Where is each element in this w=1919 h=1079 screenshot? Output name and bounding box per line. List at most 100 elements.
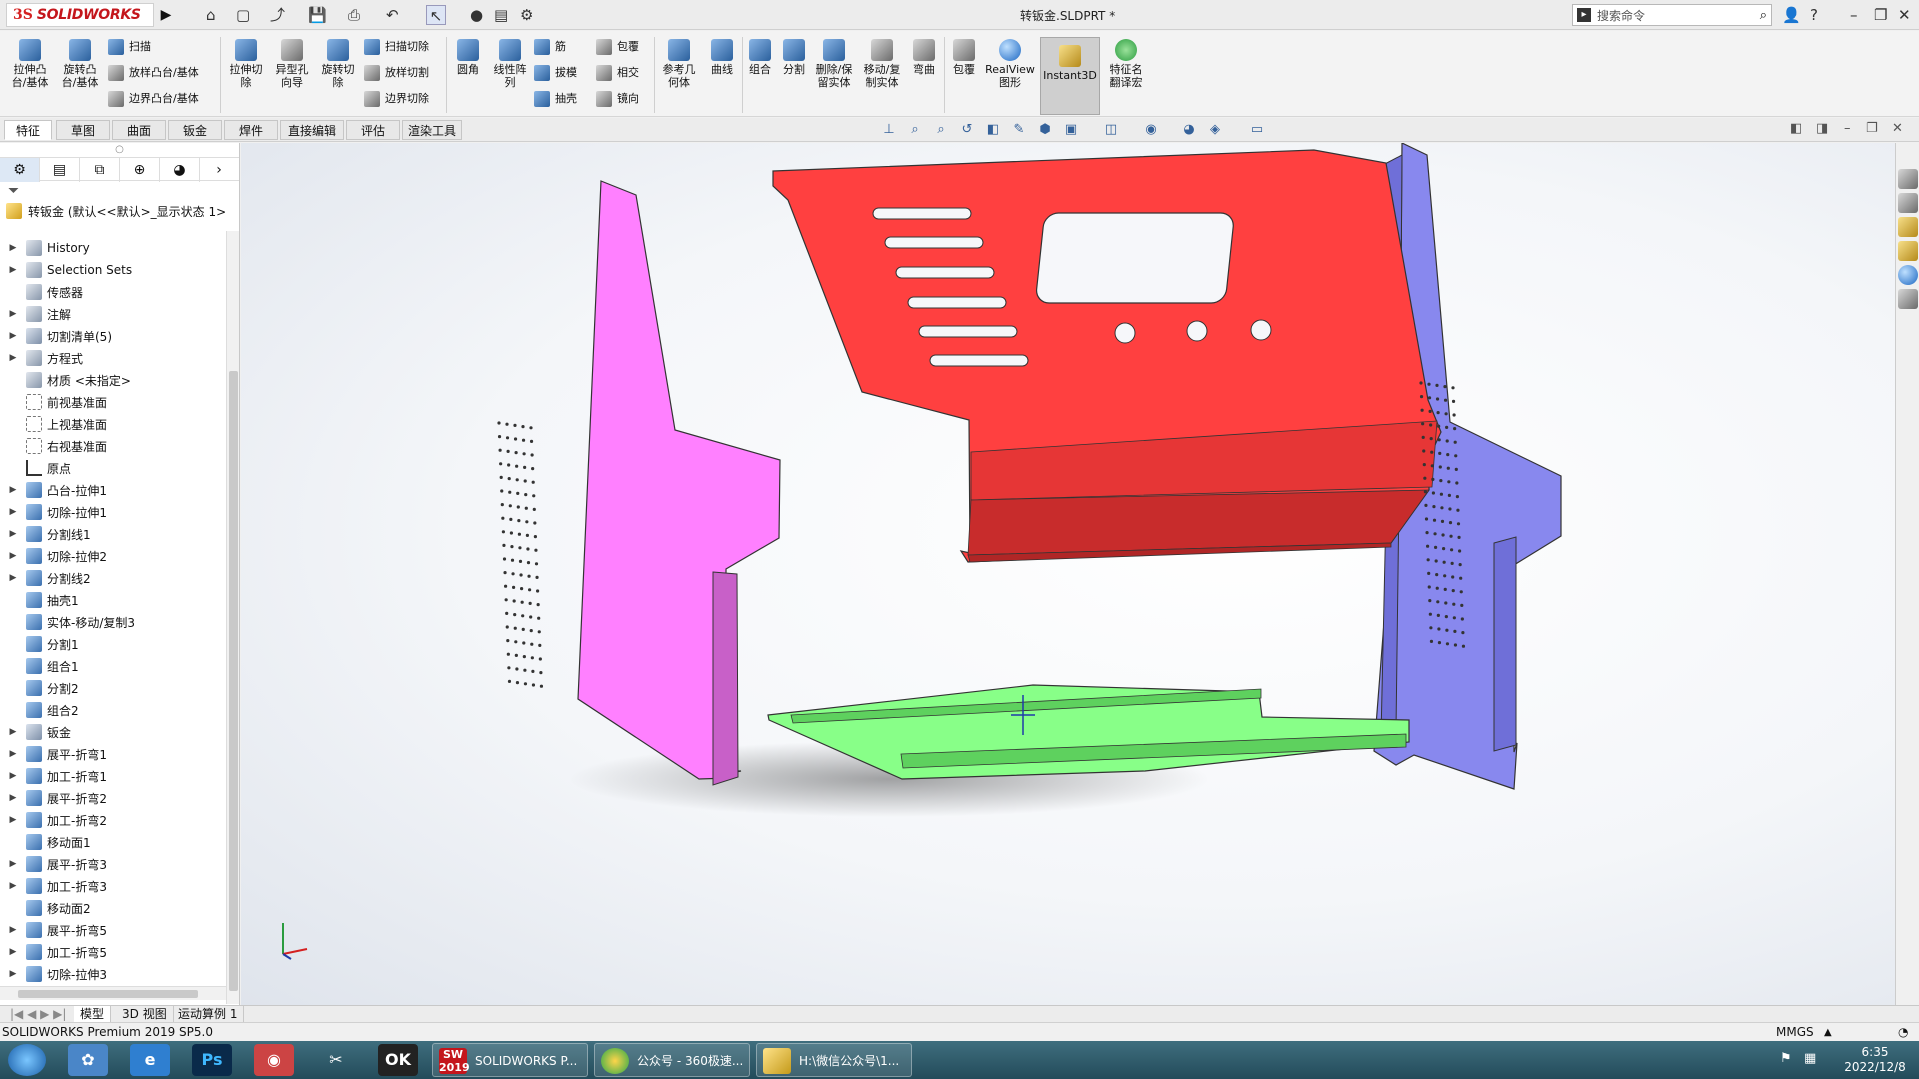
dynamic-annotation-icon[interactable]: ✎ <box>1010 121 1028 139</box>
status-tooltip-icon[interactable]: ◔ <box>1898 1023 1908 1042</box>
move-copy-body-button[interactable]: 移动/复 制实体 <box>860 39 904 89</box>
tree-node[interactable]: 材质 <未指定> <box>0 369 226 391</box>
tree-node[interactable]: ▶ 展平-折弯5 <box>0 919 226 941</box>
draft-button[interactable]: 拔模 <box>534 65 577 81</box>
unit-dropdown-arrow-icon[interactable]: ▲ <box>1824 1023 1832 1042</box>
feature-manager-tab-icon[interactable]: ⚙ <box>0 158 40 182</box>
start-button[interactable] <box>8 1044 46 1076</box>
custom-properties-icon[interactable] <box>1898 289 1918 309</box>
tab-3d-views[interactable]: 3D 视图 <box>116 1006 174 1022</box>
tab-direct-editing[interactable]: 直接编辑 <box>280 120 344 140</box>
front-console-panel[interactable] <box>772 149 1442 563</box>
tree-node[interactable]: ▶ 加工-折弯3 <box>0 875 226 897</box>
tree-node[interactable]: ▶ 注解 <box>0 303 226 325</box>
appearances-scenes-icon[interactable] <box>1898 265 1918 285</box>
rebuild-icon[interactable]: ● <box>470 5 483 25</box>
tree-horizontal-scrollbar[interactable] <box>0 986 226 1000</box>
expand-arrow-icon[interactable]: ▶ <box>6 969 20 979</box>
expand-arrow-icon[interactable]: ▶ <box>6 309 20 319</box>
expand-arrow-icon[interactable]: ▶ <box>6 925 20 935</box>
browser-icon[interactable]: e <box>130 1044 170 1076</box>
expand-arrow-icon[interactable]: ▶ <box>6 265 20 275</box>
expand-arrow-icon[interactable]: ▶ <box>6 727 20 737</box>
expand-arrow-icon[interactable]: ▶ <box>6 793 20 803</box>
expand-arrow-icon[interactable]: ▶ <box>6 749 20 759</box>
tree-node[interactable]: ▶ 加工-折弯5 <box>0 941 226 963</box>
undo-icon[interactable]: ↶ <box>386 5 399 25</box>
zoom-area-icon[interactable]: ⌕ <box>932 121 950 139</box>
minimize-window-icon[interactable]: – <box>1850 5 1858 25</box>
tree-node[interactable]: ▶ 切除-拉伸2 <box>0 545 226 567</box>
expand-arrow-icon[interactable]: ▶ <box>6 947 20 957</box>
file-explorer-icon[interactable] <box>1898 217 1918 237</box>
expand-arrow-icon[interactable]: ▶ <box>6 507 20 517</box>
edit-appearance-icon[interactable]: ◉ <box>1142 121 1160 139</box>
tree-node[interactable]: ▶ 展平-折弯2 <box>0 787 226 809</box>
tree-node[interactable]: ▶ 方程式 <box>0 347 226 369</box>
system-clock[interactable]: 6:35 2022/12/8 <box>1840 1045 1910 1075</box>
tree-node[interactable]: 组合1 <box>0 655 226 677</box>
photoshop-icon[interactable]: Ps <box>192 1044 232 1076</box>
curves-button[interactable]: 曲线 <box>704 39 740 76</box>
view-palette-icon[interactable] <box>1898 241 1918 261</box>
tree-root-part[interactable]: 转钣金 (默认<<默认>_显示状态 1> <box>0 201 239 221</box>
monitor-display-icon[interactable]: ▭ <box>1248 121 1266 139</box>
save-icon[interactable]: 💾 <box>308 5 327 25</box>
user-icon[interactable]: 👤 <box>1782 5 1801 25</box>
zoom-to-fit-icon[interactable]: ⌕ <box>906 121 924 139</box>
taskbar-window-solidworks[interactable]: SW 2019 SOLIDWORKS P... <box>432 1043 588 1077</box>
mirror-button[interactable]: 镜向 <box>596 91 639 107</box>
open-icon[interactable]: ⤴ <box>270 5 285 25</box>
doc-restore-icon[interactable]: ❐ <box>1866 121 1878 136</box>
display-manager-tab-icon[interactable]: ◕ <box>160 158 200 182</box>
feature-name-macro-button[interactable]: 特征名 翻译宏 <box>1104 39 1148 89</box>
linear-pattern-button[interactable]: 线性阵 列 <box>490 39 530 89</box>
tree-node[interactable]: ▶ 切除-拉伸3 <box>0 963 226 985</box>
tab-sketch[interactable]: 草图 <box>56 120 110 140</box>
delete-keep-body-button[interactable]: 删除/保 留实体 <box>812 39 856 89</box>
standard-views-icon[interactable]: ⬢ <box>1036 121 1054 139</box>
dimxpert-manager-tab-icon[interactable]: ⊕ <box>120 158 160 182</box>
search-icon[interactable]: ⌕ <box>1760 8 1767 23</box>
panel-grip-icon[interactable]: ○ <box>0 143 239 157</box>
tray-flag-icon[interactable]: ⚑ <box>1780 1051 1792 1066</box>
sweep-button[interactable]: 扫描 <box>108 39 151 55</box>
tree-node[interactable]: ▶ 分割线1 <box>0 523 226 545</box>
configuration-manager-tab-icon[interactable]: ⧉ <box>80 158 120 182</box>
design-library-icon[interactable] <box>1898 193 1918 213</box>
extrude-cut-button[interactable]: 拉伸切 除 <box>224 39 268 89</box>
tree-node[interactable]: ▶ History <box>0 237 226 259</box>
expand-arrow-icon[interactable]: ▶ <box>6 331 20 341</box>
rib-button[interactable]: 筋 <box>534 39 566 55</box>
print-icon[interactable]: ⎙ <box>348 5 360 25</box>
tree-node[interactable]: 右视基准面 <box>0 435 226 457</box>
extrude-boss-button[interactable]: 拉伸凸 台/基体 <box>8 39 52 89</box>
tree-node[interactable]: 原点 <box>0 457 226 479</box>
reference-geometry-button[interactable]: 参考几 何体 <box>658 39 700 89</box>
help-icon[interactable]: ? <box>1810 5 1818 25</box>
expand-arrow-icon[interactable]: ▶ <box>6 881 20 891</box>
revolve-boss-button[interactable]: 旋转凸 台/基体 <box>58 39 102 89</box>
tool-icon[interactable]: ✂ <box>316 1044 356 1076</box>
tree-node[interactable]: ▶ 钣金 <box>0 721 226 743</box>
loft-boss-button[interactable]: 放样凸台/基体 <box>108 65 199 81</box>
expand-arrow-icon[interactable]: ▶ <box>6 815 20 825</box>
select-cursor-icon[interactable]: ↖ <box>426 5 446 25</box>
app-icon-a[interactable]: ✿ <box>68 1044 108 1076</box>
tab-features[interactable]: 特征 <box>4 120 52 140</box>
tree-node[interactable]: ▶ 展平-折弯1 <box>0 743 226 765</box>
fillet-button[interactable]: 圆角 <box>450 39 486 76</box>
tab-surfaces[interactable]: 曲面 <box>112 120 166 140</box>
wrap-large-button[interactable]: 包覆 <box>948 39 980 76</box>
expand-panel-arrow-icon[interactable]: › <box>200 158 238 182</box>
close-window-icon[interactable]: ✕ <box>1898 5 1911 25</box>
tab-model[interactable]: 模型 <box>74 1006 112 1022</box>
tree-node[interactable]: ▶ 加工-折弯1 <box>0 765 226 787</box>
tree-node[interactable]: ▶ 切除-拉伸1 <box>0 501 226 523</box>
taskbar-window-browser[interactable]: 公众号 - 360极速... <box>594 1043 750 1077</box>
property-manager-tab-icon[interactable]: ▤ <box>40 158 80 182</box>
boundary-cut-button[interactable]: 边界切除 <box>364 91 429 107</box>
scrollbar-thumb[interactable] <box>18 990 198 998</box>
file-properties-icon[interactable]: ▤ <box>494 5 508 25</box>
hide-show-items-icon[interactable]: ◫ <box>1102 121 1120 139</box>
